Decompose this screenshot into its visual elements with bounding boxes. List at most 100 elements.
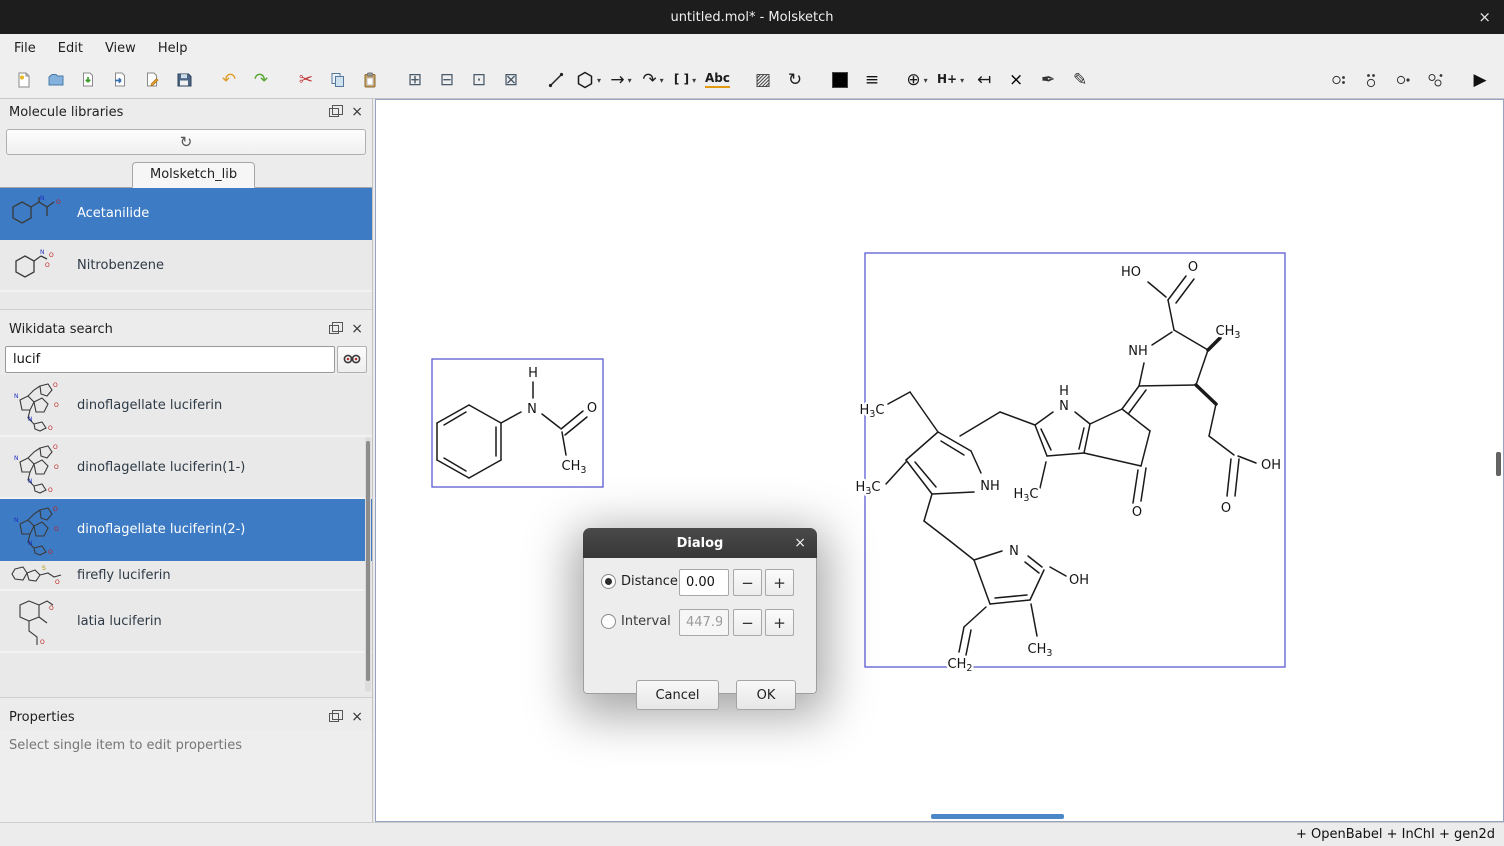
- draw-bond-icon[interactable]: [543, 66, 569, 94]
- dino-structure-thumbnail: NOONO: [4, 440, 70, 494]
- properties-dock-title: Properties: [9, 710, 329, 725]
- zoom-out-icon[interactable]: ⊟: [434, 66, 460, 94]
- menu-edit[interactable]: Edit: [52, 37, 95, 60]
- hydrogen-tool-dropdown-icon[interactable]: ▾: [960, 76, 964, 85]
- atom-label: H: [528, 366, 538, 381]
- tool-bar: ↶↷✂⊞⊟⊡⊠▾→▾↷▾[ ]▾Abc▨↻≡⊕▾H+▾↤×✒✎▶: [0, 62, 1504, 99]
- zoom-original-icon[interactable]: ⊡: [466, 66, 492, 94]
- new-file-icon[interactable]: [11, 66, 37, 94]
- refresh-icon: ↻: [180, 133, 193, 151]
- zoom-fit-icon[interactable]: ⊠: [498, 66, 524, 94]
- distance-radio[interactable]: [601, 574, 616, 589]
- list-item[interactable]: SOfirefly luciferin: [0, 561, 372, 591]
- charge-tool-icon[interactable]: ⊕▾: [904, 66, 930, 94]
- list-item[interactable]: NOONOdinoflagellate luciferin(1-): [0, 437, 372, 499]
- dock-close-icon[interactable]: ×: [351, 322, 363, 336]
- open-file-icon[interactable]: [43, 66, 69, 94]
- dock-float-icon[interactable]: [329, 713, 339, 722]
- properties-panel-body: Select single item to edit properties: [0, 730, 372, 822]
- cancel-button[interactable]: Cancel: [636, 680, 719, 710]
- list-item[interactable]: OOlatia luciferin: [0, 591, 372, 653]
- curved-arrow-dropdown-icon[interactable]: ▾: [660, 76, 664, 85]
- save-file-icon[interactable]: [75, 66, 101, 94]
- reaction-arrow-dropdown-icon[interactable]: ▾: [628, 76, 632, 85]
- pen-plus-icon[interactable]: ✒: [1035, 66, 1061, 94]
- dinoflagellate-luciferin-molecule[interactable]: HOONHCH3H3CHNNHH3CH3COOHONOHCH3CH2: [856, 253, 1285, 674]
- cut-icon[interactable]: ✂: [293, 66, 319, 94]
- redo-icon[interactable]: ↷: [248, 66, 274, 94]
- ring-tool-dropdown-icon[interactable]: ▾: [597, 76, 601, 85]
- window-title: untitled.mol* - Molsketch: [670, 10, 833, 25]
- charge-tool-dropdown-icon[interactable]: ▾: [924, 76, 928, 85]
- pen-minus-icon[interactable]: ✎: [1067, 66, 1093, 94]
- ring-tool-icon[interactable]: ▾: [575, 66, 602, 94]
- text-tool-icon[interactable]: Abc: [704, 66, 731, 94]
- menu-file[interactable]: File: [8, 37, 48, 60]
- line-width-icon[interactable]: ≡: [859, 66, 885, 94]
- svg-text:O: O: [53, 382, 58, 389]
- title-bar[interactable]: untitled.mol* - Molsketch ×: [0, 0, 1504, 34]
- undo-icon[interactable]: ↶: [216, 66, 242, 94]
- hatch-bond-icon[interactable]: ▨: [750, 66, 776, 94]
- interval-label: Interval: [621, 614, 671, 629]
- curved-arrow-icon[interactable]: ↷▾: [640, 66, 666, 94]
- interval-minus-button[interactable]: −: [733, 609, 762, 636]
- toolbar-overflow-icon[interactable]: ▶: [1467, 66, 1493, 94]
- interval-radio[interactable]: [601, 614, 616, 629]
- distance-plus-button[interactable]: +: [765, 569, 794, 596]
- electron-pair-icon[interactable]: [1358, 66, 1384, 94]
- dock-close-icon[interactable]: ×: [351, 710, 363, 724]
- bracket-tool-dropdown-icon[interactable]: ▾: [692, 76, 696, 85]
- acetanilide-structure-thumbnail: NO: [4, 193, 70, 233]
- import-file-icon[interactable]: [107, 66, 133, 94]
- dock-float-icon[interactable]: [329, 108, 339, 117]
- atom-label: N: [1059, 399, 1069, 414]
- dock-float-icon[interactable]: [329, 325, 339, 334]
- window-close-icon[interactable]: ×: [1478, 0, 1491, 34]
- svg-text:O: O: [53, 506, 58, 513]
- distance-input[interactable]: [679, 569, 729, 596]
- export-file-icon[interactable]: [139, 66, 165, 94]
- paste-icon[interactable]: [357, 66, 383, 94]
- drawing-canvas[interactable]: HNOCH3HOONHCH3H3CHNNHH3CH3COOHONOHCH3CH2: [375, 99, 1504, 822]
- refresh-libraries-button[interactable]: ↻: [6, 129, 366, 155]
- menu-help[interactable]: Help: [152, 37, 200, 60]
- dock-close-icon[interactable]: ×: [351, 105, 363, 119]
- svg-text:O: O: [54, 402, 59, 409]
- list-scrollbar[interactable]: [365, 437, 371, 692]
- acetanilide-molecule[interactable]: HNOCH3: [432, 359, 603, 487]
- zoom-in-icon[interactable]: ⊞: [402, 66, 428, 94]
- copy-icon[interactable]: [325, 66, 351, 94]
- atom-label: CH3: [1028, 642, 1053, 659]
- distance-minus-button[interactable]: −: [733, 569, 762, 596]
- vertical-scrollbar[interactable]: [1496, 452, 1501, 476]
- bracket-tool-icon[interactable]: [ ]▾: [672, 66, 698, 94]
- svg-text:N: N: [28, 416, 33, 423]
- interval-input[interactable]: [679, 609, 729, 636]
- list-item[interactable]: NOONOdinoflagellate luciferin: [0, 375, 372, 437]
- lone-pair-icon[interactable]: [1326, 66, 1352, 94]
- atom-label: O: [587, 401, 597, 416]
- dialog-close-icon[interactable]: ×: [794, 535, 806, 551]
- list-item[interactable]: NOONitrobenzene: [0, 240, 372, 292]
- reaction-arrow-icon[interactable]: →▾: [608, 66, 634, 94]
- ok-button[interactable]: OK: [736, 680, 796, 710]
- wikidata-search-input[interactable]: [5, 346, 335, 373]
- interval-plus-button[interactable]: +: [765, 609, 794, 636]
- tab-molsketch-lib[interactable]: Molsketch_lib: [132, 162, 255, 188]
- horizontal-scrollbar[interactable]: [931, 814, 1064, 819]
- detach-hydrogen-icon[interactable]: ↤: [971, 66, 997, 94]
- rotate-tool-icon[interactable]: ↻: [782, 66, 808, 94]
- wikidata-search-button[interactable]: [337, 346, 367, 373]
- diradical-icon[interactable]: [1422, 66, 1448, 94]
- delete-tool-icon[interactable]: ×: [1003, 66, 1029, 94]
- save-as-icon[interactable]: [171, 66, 197, 94]
- list-item[interactable]: NOAcetanilide: [0, 188, 372, 240]
- svg-text:O: O: [54, 526, 59, 533]
- color-swatch-icon[interactable]: [827, 66, 853, 94]
- dialog-titlebar[interactable]: Dialog ×: [583, 528, 817, 558]
- menu-view[interactable]: View: [99, 37, 148, 60]
- list-item[interactable]: NOONOdinoflagellate luciferin(2-): [0, 499, 372, 561]
- hydrogen-tool-icon[interactable]: H+▾: [936, 66, 965, 94]
- radical-icon[interactable]: [1390, 66, 1416, 94]
